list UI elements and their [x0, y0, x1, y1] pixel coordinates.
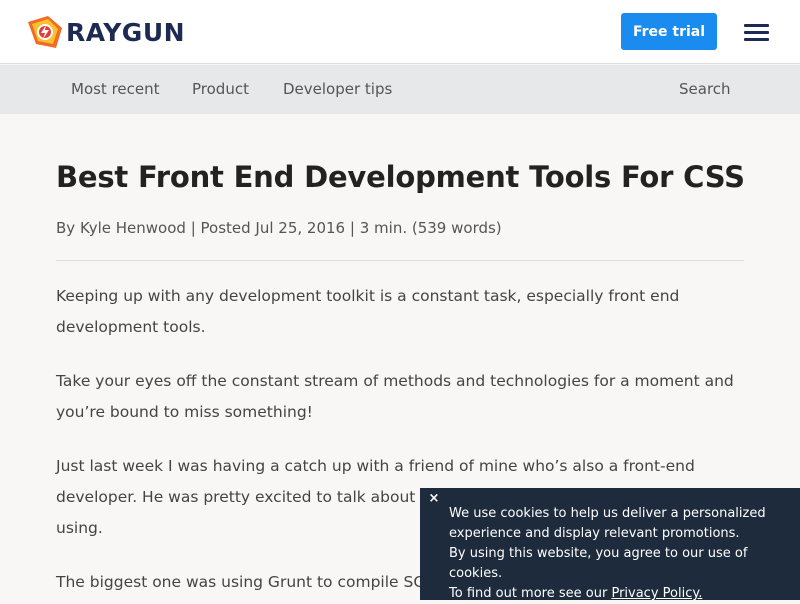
- article-byline: By Kyle Henwood | Posted Jul 25, 2016 | …: [56, 216, 746, 240]
- posted-date: Posted Jul 25, 2016: [200, 219, 346, 237]
- cookie-line-prefix: To find out more see our: [449, 586, 608, 601]
- article-title: Best Front End Development Tools For CSS: [56, 160, 745, 194]
- hamburger-menu-icon[interactable]: [744, 22, 770, 42]
- menu-bar: [744, 24, 769, 27]
- cookie-line: To find out more see our Privacy Policy.: [449, 584, 794, 604]
- cookie-banner: × We use cookies to help us deliver a pe…: [420, 488, 800, 601]
- brand-logo[interactable]: RAYGUN: [26, 14, 185, 50]
- byline-separator: |: [349, 219, 355, 237]
- cookie-line: We use cookies to help us deliver a pers…: [449, 506, 766, 541]
- cookie-line: By using this website, you agree to our …: [449, 546, 748, 581]
- close-icon[interactable]: ×: [426, 490, 442, 508]
- article-paragraph: Keeping up with any development toolkit …: [56, 287, 680, 336]
- privacy-policy-link[interactable]: Privacy Policy.: [611, 586, 702, 601]
- nav-product[interactable]: Product: [192, 80, 249, 98]
- divider: [56, 260, 744, 261]
- site-header: RAYGUN Free trial: [0, 0, 800, 64]
- nav-most-recent[interactable]: Most recent: [71, 80, 160, 98]
- article-paragraph: Take your eyes off the constant stream o…: [56, 372, 734, 421]
- menu-bar: [744, 38, 769, 41]
- nav-search[interactable]: Search: [679, 80, 731, 98]
- nav-developer-tips[interactable]: Developer tips: [283, 80, 392, 98]
- byline-separator: |: [190, 219, 196, 237]
- free-trial-button[interactable]: Free trial: [621, 13, 717, 50]
- cookie-message: We use cookies to help us deliver a pers…: [449, 504, 794, 604]
- brand-name: RAYGUN: [66, 17, 186, 47]
- raygun-logo-icon: [28, 16, 62, 48]
- author-link[interactable]: Kyle Henwood: [80, 219, 186, 237]
- menu-bar: [744, 31, 769, 34]
- blog-subnav: Most recent Product Developer tips Searc…: [0, 65, 800, 114]
- read-time: 3 min. (539 words): [359, 219, 502, 237]
- byline-prefix: By: [56, 219, 76, 237]
